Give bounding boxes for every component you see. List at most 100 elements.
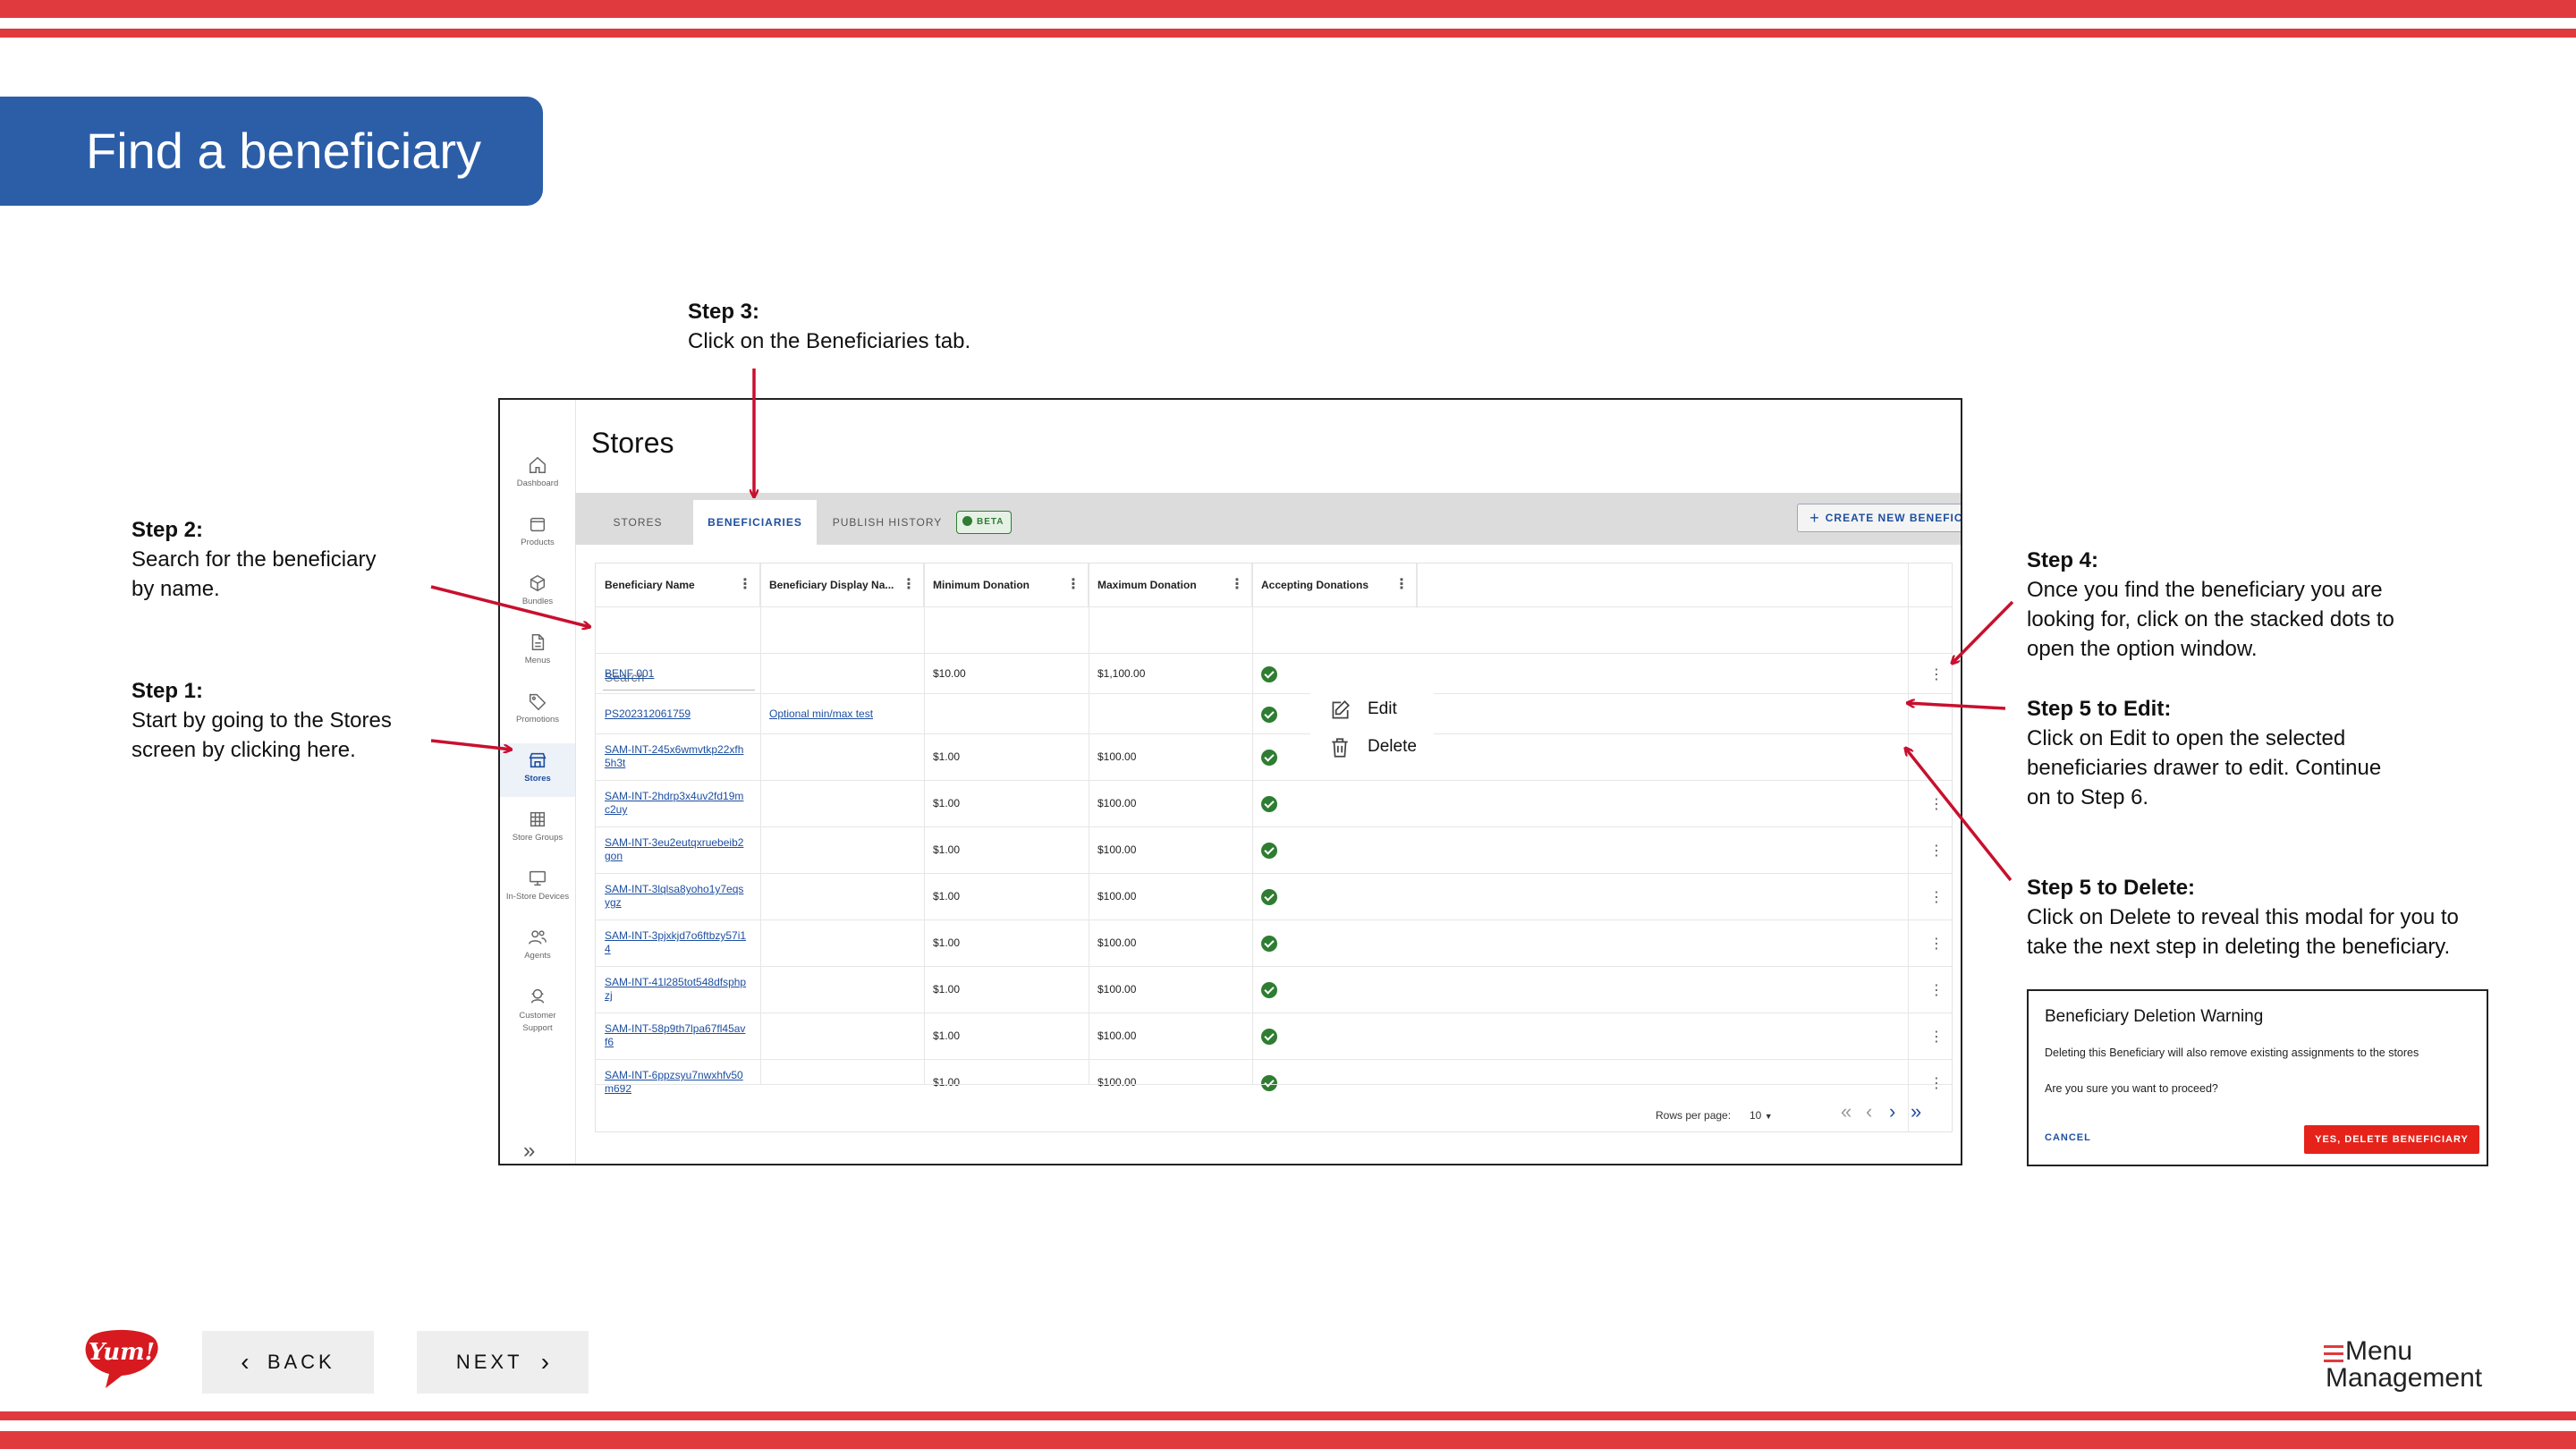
column-header-display-name[interactable]: Beneficiary Display Na... ⋮: [760, 564, 924, 606]
cancel-button[interactable]: CANCEL: [2045, 1132, 2091, 1143]
table-row[interactable]: SAM-INT-3lqlsa8yoho1y7eqsygz $1.00 $100.00…: [596, 873, 1952, 920]
column-menu-icon[interactable]: ⋮: [1230, 564, 1244, 606]
beneficiary-name-link[interactable]: SAM-INT-41l285tot548dfsphpzj: [605, 976, 748, 1003]
caret-down-icon: ▼: [1764, 1112, 1773, 1121]
previous-page-icon[interactable]: ‹: [1866, 1100, 1872, 1123]
sidebar-item-menus[interactable]: Menus: [500, 625, 575, 679]
table-row[interactable]: SAM-INT-58p9th7lpa67fl45avf6 $1.00 $100.00…: [596, 1013, 1952, 1060]
document-icon: [531, 634, 545, 650]
sidebar-item-stores[interactable]: Stores: [500, 743, 575, 797]
sidebar-item-bundles[interactable]: Bundles: [500, 566, 575, 620]
first-page-icon[interactable]: «: [1841, 1100, 1852, 1123]
maximum-donation-value: $1,100.00: [1097, 666, 1146, 680]
edit-label: Edit: [1368, 699, 1397, 718]
sidebar-item-label: Products: [521, 538, 555, 547]
beneficiary-name-link[interactable]: SAM-INT-245x6wmvtkp22xfh5h3t: [605, 743, 748, 770]
modal-title: Beneficiary Deletion Warning: [2045, 1007, 2264, 1026]
beneficiary-name-link[interactable]: SAM-INT-3eu2eutqxruebeib2gon: [605, 836, 748, 863]
sidebar-item-agents[interactable]: Agents: [500, 920, 575, 974]
confirm-delete-button[interactable]: YES, DELETE BENEFICIARY: [2304, 1125, 2479, 1154]
maximum-donation-value: $100.00: [1097, 797, 1137, 809]
bottom-stripe-thin: [0, 1411, 2576, 1420]
sidebar-expand-icon[interactable]: »: [523, 1139, 535, 1164]
sidebar-item-in-store-devices[interactable]: In-Store Devices: [500, 861, 575, 915]
row-actions-icon[interactable]: ⋮: [1929, 935, 1944, 953]
next-button[interactable]: NEXT ›: [417, 1331, 589, 1394]
column-header-label: Beneficiary Display Na...: [769, 579, 894, 591]
modal-confirm-question: Are you sure you want to proceed?: [2045, 1082, 2218, 1095]
beneficiary-display-name[interactable]: Optional min/max test: [769, 708, 873, 721]
plus-icon: +: [1809, 509, 1820, 527]
beneficiary-name-link[interactable]: BENF 001: [605, 667, 748, 681]
row-actions-icon[interactable]: ⋮: [1929, 981, 1944, 999]
tab-beneficiaries[interactable]: BENEFICIARIES: [693, 500, 817, 545]
create-new-beneficiary-button[interactable]: + CREATE NEW BENEFICIARY: [1797, 504, 1961, 532]
column-header-accepting-donations[interactable]: Accepting Donations ⋮: [1252, 564, 1417, 606]
rows-per-page-value: 10: [1750, 1109, 1762, 1122]
beneficiary-name-link[interactable]: PS202312061759: [605, 708, 748, 721]
beneficiary-name-link[interactable]: SAM-INT-3pjxkjd7o6ftbzy57i14: [605, 929, 748, 956]
step-4-line: open the option window.: [2027, 637, 2258, 661]
table-row[interactable]: SAM-INT-3eu2eutqxruebeib2gon $1.00 $100.00…: [596, 826, 1952, 874]
beneficiary-name-link[interactable]: SAM-INT-58p9th7lpa67fl45avf6: [605, 1022, 748, 1049]
step-1-line: screen by clicking here.: [131, 738, 356, 762]
row-actions-icon[interactable]: ⋮: [1929, 888, 1944, 906]
row-actions-icon[interactable]: ⋮: [1929, 665, 1944, 683]
tab-stores[interactable]: STORES: [593, 500, 682, 545]
step-5-delete-title: Step 5 to Delete:: [2027, 876, 2196, 900]
bottom-stripe-thick: [0, 1431, 2576, 1449]
rows-per-page-select[interactable]: 10 ▼: [1750, 1109, 1773, 1122]
beneficiary-name-link[interactable]: SAM-INT-6ppzsyu7nwxhfv50m692: [605, 1069, 748, 1096]
top-stripe-thick: [0, 0, 2576, 18]
row-actions-icon[interactable]: ⋮: [1929, 1074, 1944, 1092]
minimum-donation-value: $1.00: [933, 750, 961, 763]
sidebar-item-store-groups[interactable]: Store Groups: [500, 802, 575, 856]
chevron-left-icon: ‹: [241, 1348, 250, 1376]
step-2-line: by name.: [131, 577, 220, 601]
table-row[interactable]: SAM-INT-245x6wmvtkp22xfh5h3t $1.00 $100.00: [596, 733, 1952, 781]
next-page-icon[interactable]: ›: [1889, 1100, 1895, 1123]
users-icon: [529, 930, 547, 945]
table-row[interactable]: BENF 001 $10.00 $1,100.00 ⋮: [596, 653, 1952, 694]
table-row[interactable]: SAM-INT-41l285tot548dfsphpzj $1.00 $100.00…: [596, 966, 1952, 1013]
table-row[interactable]: PS202312061759 Optional min/max test: [596, 693, 1952, 734]
minimum-donation-value: $1.00: [933, 983, 961, 996]
row-actions-icon[interactable]: ⋮: [1929, 795, 1944, 813]
column-menu-icon[interactable]: ⋮: [902, 564, 916, 606]
column-header-maximum-donation[interactable]: Maximum Donation ⋮: [1089, 564, 1252, 606]
column-menu-icon[interactable]: ⋮: [1066, 564, 1080, 606]
table-row[interactable]: SAM-INT-3pjxkjd7o6ftbzy57i14 $1.00 $100.00…: [596, 919, 1952, 967]
sidebar-item-promotions[interactable]: Promotions: [500, 684, 575, 738]
step-5-edit-line: beneficiaries drawer to edit. Continue: [2027, 756, 2382, 780]
last-page-icon[interactable]: »: [1911, 1100, 1921, 1123]
step-3-title: Step 3:: [688, 300, 760, 324]
column-menu-icon[interactable]: ⋮: [1394, 564, 1409, 606]
accepting-check-icon: [1261, 936, 1277, 952]
row-actions-icon[interactable]: ⋮: [1929, 842, 1944, 860]
rows-per-page-label: Rows per page:: [1656, 1109, 1732, 1122]
back-button[interactable]: ‹ BACK: [202, 1331, 374, 1394]
sidebar-item-customer-support[interactable]: Customer Support: [500, 979, 575, 1047]
beneficiary-name-link[interactable]: SAM-INT-3lqlsa8yoho1y7eqsygz: [605, 883, 748, 910]
row-actions-icon[interactable]: ⋮: [1929, 1028, 1944, 1046]
maximum-donation-value: $100.00: [1097, 750, 1137, 763]
store-icon: [529, 752, 547, 768]
monitor-icon: [530, 870, 546, 886]
sidebar-item-label: Store Groups: [512, 833, 564, 843]
tab-publish-history[interactable]: PUBLISH HISTORY: [829, 500, 945, 545]
column-header-beneficiary-name[interactable]: Beneficiary Name ⋮: [596, 564, 760, 606]
maximum-donation-value: $100.00: [1097, 1030, 1137, 1042]
top-stripe-thin: [0, 29, 2576, 38]
step-1-text: Step 1: Start by going to the Stores scr…: [131, 676, 392, 765]
step-3-line: Click on the Beneficiaries tab.: [688, 329, 971, 353]
table-row[interactable]: SAM-INT-6ppzsyu7nwxhfv50m692 $1.00 $100.00…: [596, 1059, 1952, 1106]
column-menu-icon[interactable]: ⋮: [738, 564, 752, 606]
column-header-minimum-donation[interactable]: Minimum Donation ⋮: [924, 564, 1089, 606]
beneficiary-name-link[interactable]: SAM-INT-2hdrp3x4uv2fd19mc2uy: [605, 790, 748, 817]
table-row[interactable]: SAM-INT-2hdrp3x4uv2fd19mc2uy $1.00 $100.00…: [596, 780, 1952, 827]
sidebar-item-dashboard[interactable]: Dashboard: [500, 448, 575, 502]
step-4-line: looking for, click on the stacked dots t…: [2027, 607, 2394, 631]
step-4-text: Step 4: Once you find the beneficiary yo…: [2027, 546, 2394, 664]
sidebar-item-products[interactable]: Products: [500, 507, 575, 561]
minimum-donation-value: $1.00: [933, 1030, 961, 1042]
